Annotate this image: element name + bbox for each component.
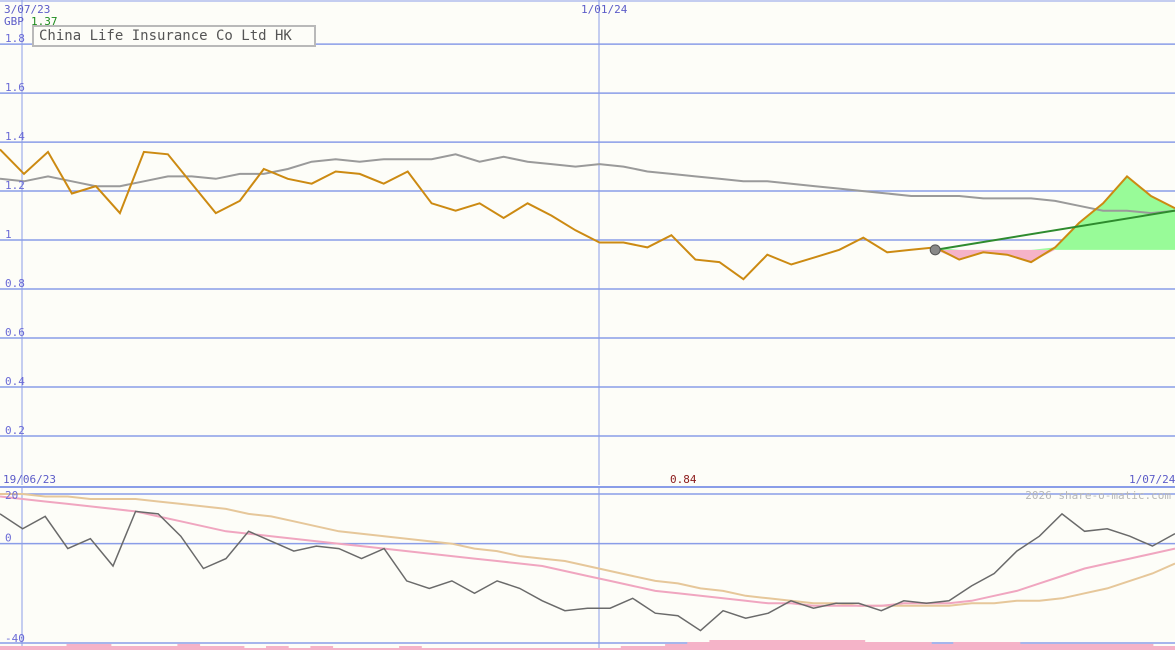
oscillator-tick-label: 0 (5, 532, 12, 545)
volume-bar (177, 644, 201, 650)
trend-fill-areas (935, 176, 1175, 263)
currency-label: GBP (4, 15, 24, 28)
volume-bar (798, 640, 821, 650)
volume-bar (886, 642, 910, 650)
price-tick-label: 0.2 (5, 424, 25, 437)
price-tick-label: 1 (5, 228, 12, 241)
volume-bar (221, 646, 245, 650)
volume-bar (1064, 644, 1087, 650)
volume-bar (199, 646, 223, 650)
price-tick-label: 1.6 (5, 81, 25, 94)
volume-bar (88, 644, 112, 650)
bottom-end-date: 1/07/24 (1129, 473, 1175, 486)
oscillator-tick-label: 20 (5, 489, 18, 502)
oscillator-tick-label: -40 (5, 632, 25, 645)
oscillator-line (0, 510, 1175, 632)
trend-start-marker (929, 244, 941, 256)
volume-bar (687, 642, 710, 650)
volume-bar (399, 646, 422, 650)
price-tick-label: 1.8 (5, 32, 25, 45)
volume-bar (133, 646, 156, 650)
price-tick-label: 0.4 (5, 375, 25, 388)
watermark: 2026 share-o-matic.com (1025, 489, 1171, 502)
volume-bar (266, 646, 289, 650)
volume-bar (975, 642, 999, 650)
volume-bar (842, 640, 866, 650)
volume-bar (1152, 646, 1175, 650)
volume-bar (155, 646, 178, 650)
price-tick-label: 0.6 (5, 326, 25, 339)
volume-bar (997, 642, 1021, 650)
volume-bars (0, 640, 1175, 650)
volume-bar (665, 644, 688, 650)
volume-bar (0, 646, 23, 650)
volume-bar (66, 644, 90, 650)
main-series-lines (0, 148, 1175, 281)
volume-bar (22, 646, 45, 650)
volume-bar (310, 646, 334, 650)
volume-bar (1108, 644, 1132, 650)
main-gridlines (0, 0, 1175, 488)
price-line (0, 148, 1175, 281)
top-mid-date: 1/01/24 (581, 3, 628, 16)
volume-bar (820, 640, 843, 650)
volume-bar (1042, 644, 1065, 650)
center-value: 0.84 (670, 473, 697, 486)
bottom-start-date: 19/06/23 (3, 473, 56, 486)
price-tick-label: 0.8 (5, 277, 25, 290)
volume-bar (775, 640, 799, 650)
volume-bar (1130, 644, 1154, 650)
volume-bar (709, 640, 733, 650)
volume-bar (1019, 644, 1043, 650)
volume-bar (753, 640, 777, 650)
oscillator-lines (0, 493, 1175, 632)
signal-fast-line (0, 495, 1175, 607)
volume-bar (44, 646, 67, 650)
volume-bar (864, 642, 888, 650)
volume-bar (909, 642, 932, 650)
volume-bar (642, 646, 666, 650)
volume-bar (931, 644, 954, 650)
volume-bar (1086, 644, 1109, 650)
signal-slow-line (0, 493, 1175, 607)
volume-bar (731, 640, 755, 650)
chart-title-box: China Life Insurance Co Ltd HK (32, 25, 316, 47)
volume-bar (110, 646, 134, 650)
chart-canvas: 1.81.61.41.210.80.60.40.2 3/07/23 1/01/2… (0, 0, 1175, 650)
chart-title: China Life Insurance Co Ltd HK (39, 28, 292, 44)
volume-bar (620, 646, 644, 650)
volume-bar (953, 642, 976, 650)
price-tick-label: 1.4 (5, 130, 25, 143)
price-tick-label: 1.2 (5, 179, 25, 192)
